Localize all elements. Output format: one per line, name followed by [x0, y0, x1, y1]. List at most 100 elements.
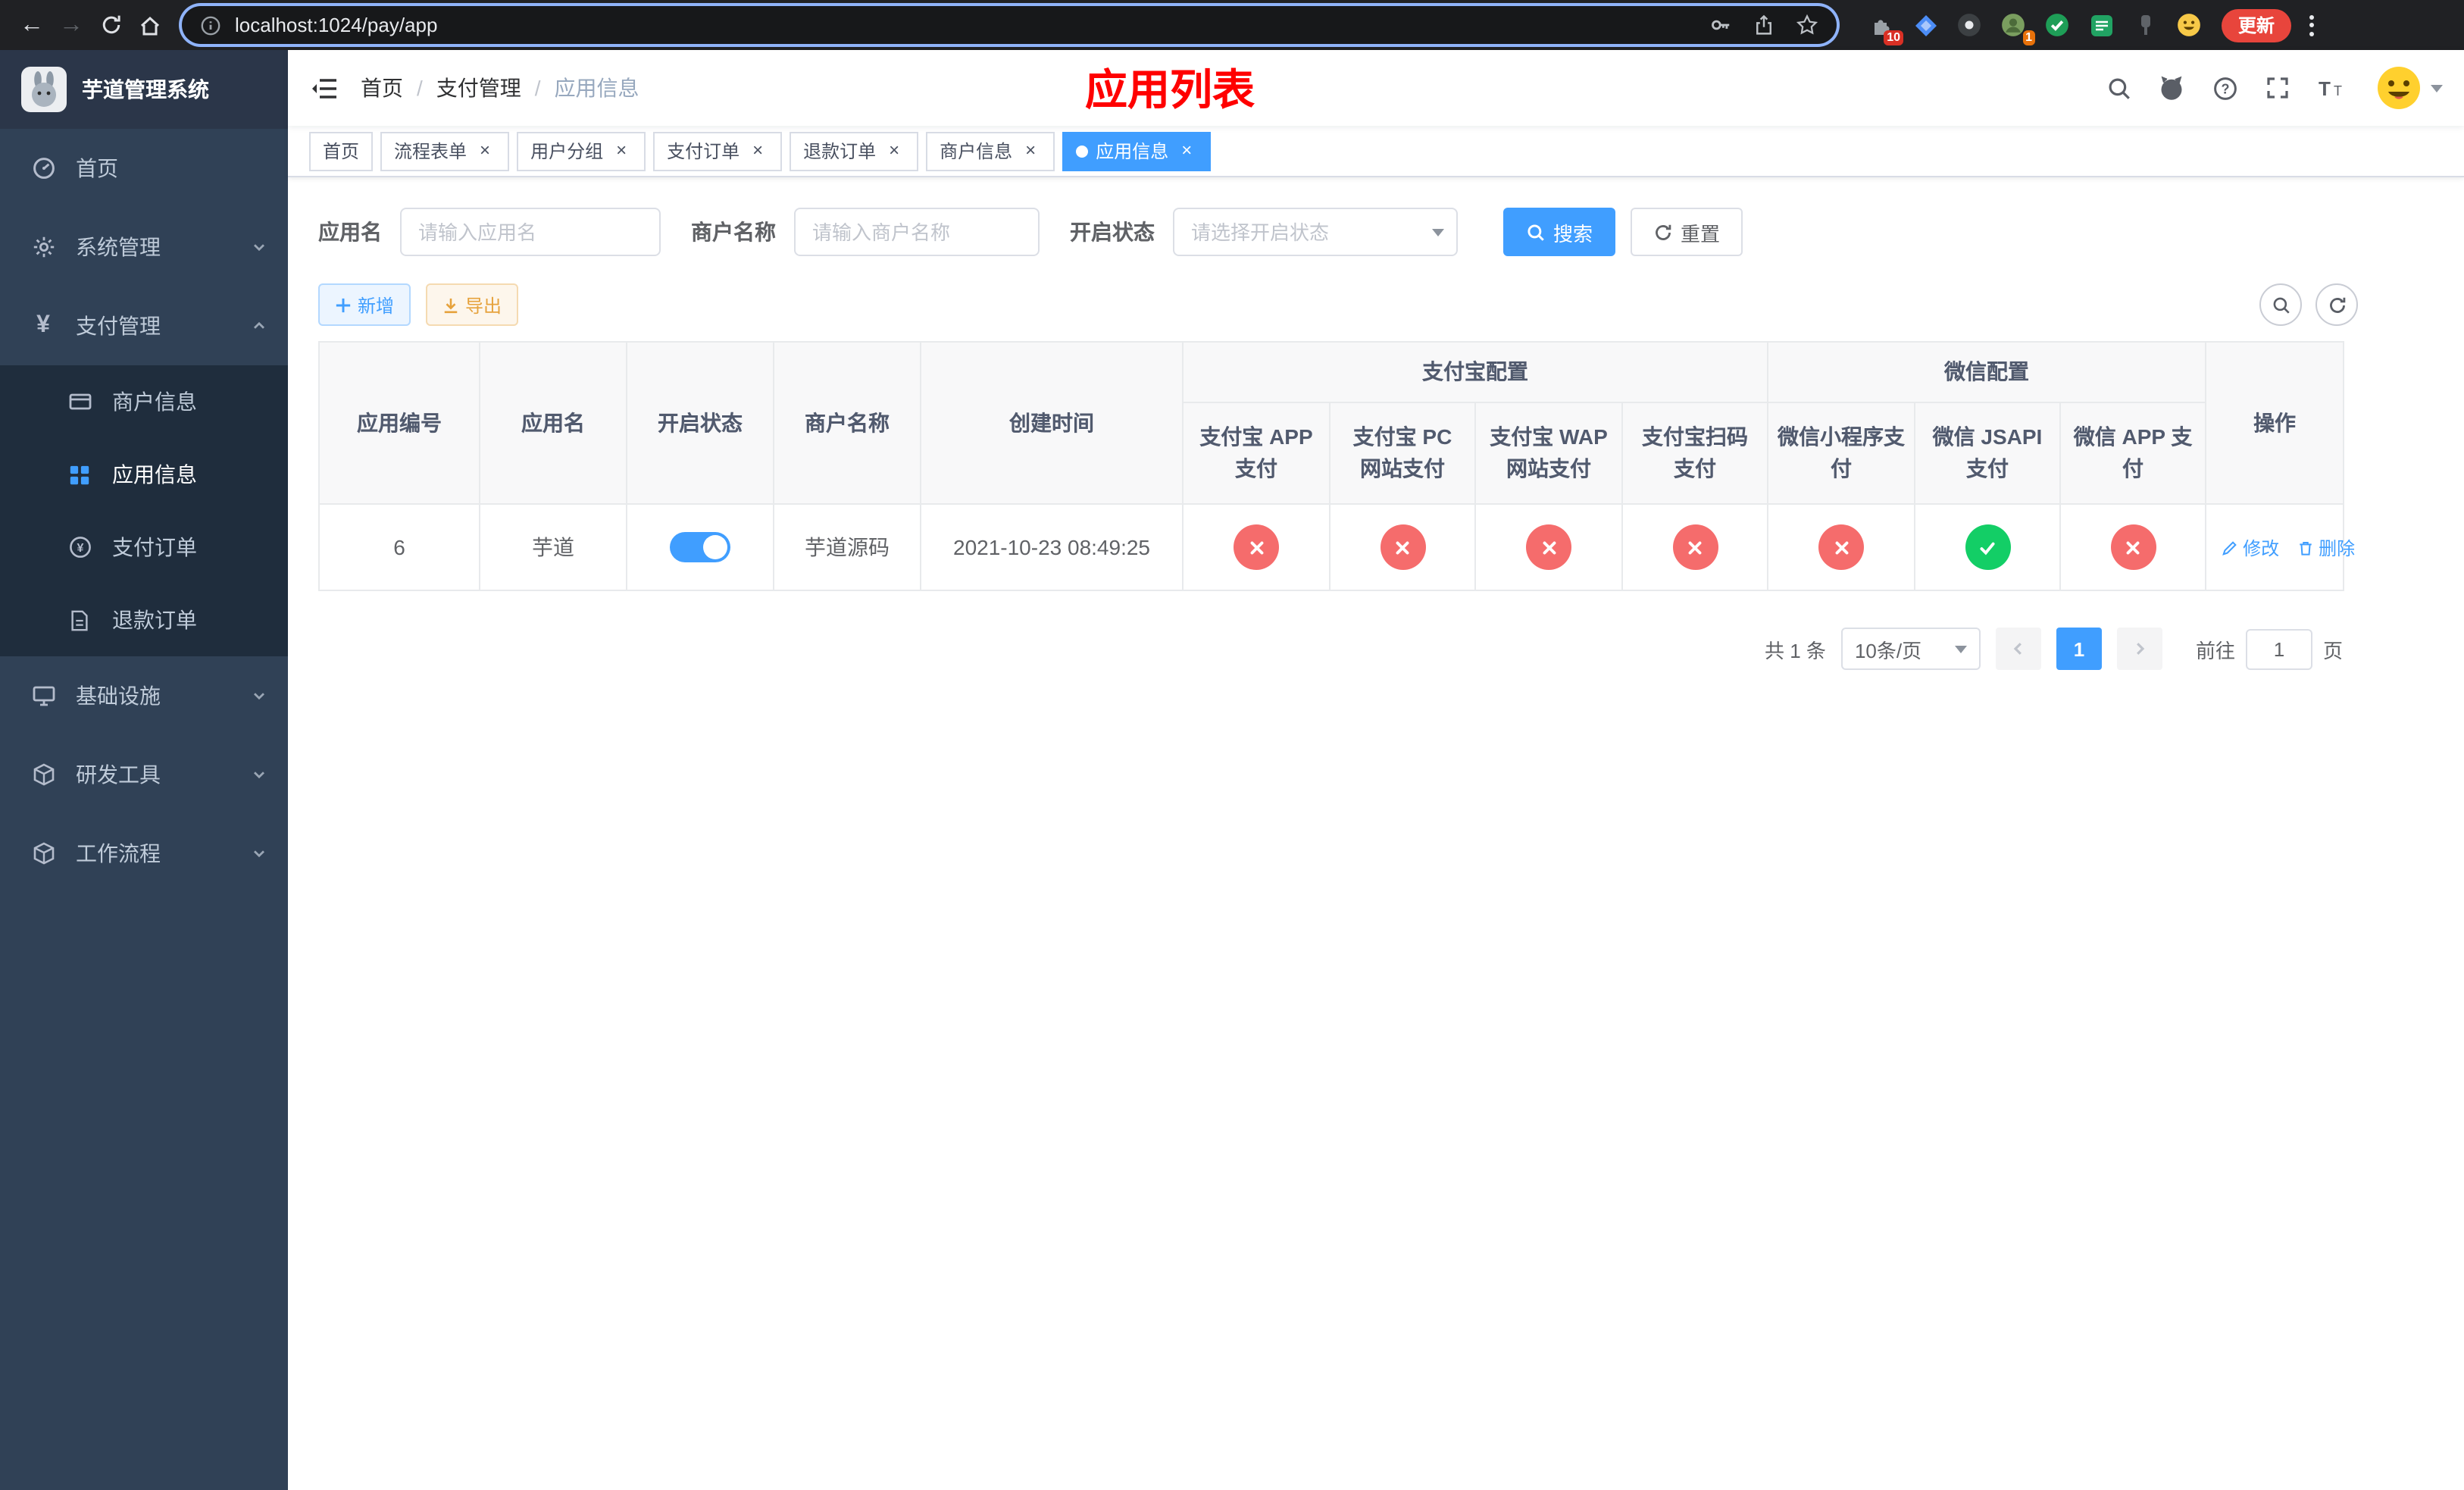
browser-menu-icon[interactable] — [2309, 14, 2315, 36]
credit-card-icon — [67, 389, 92, 415]
fullscreen-icon[interactable] — [2258, 68, 2297, 108]
merchant-name-input[interactable] — [794, 208, 1040, 256]
search-button[interactable]: 搜索 — [1503, 208, 1616, 256]
reload-icon[interactable] — [91, 5, 130, 45]
sidebar-item-workflow[interactable]: 工作流程 — [0, 814, 288, 893]
reset-button-label: 重置 — [1681, 222, 1721, 245]
goto-page-input[interactable] — [2245, 628, 2312, 669]
reset-button[interactable]: 重置 — [1631, 208, 1743, 256]
extension-blue-icon[interactable] — [1911, 11, 1940, 39]
col-header-created: 创建时间 — [920, 341, 1184, 505]
merchant-name-label: 商户名称 — [691, 220, 776, 244]
chevron-down-icon — [252, 846, 267, 861]
password-key-icon[interactable] — [1709, 14, 1732, 36]
close-icon[interactable] — [747, 140, 768, 161]
col-header-actions: 操作 — [2205, 341, 2345, 505]
sidebar-item-dev-tools[interactable]: 研发工具 — [0, 735, 288, 814]
extension-dark-icon[interactable] — [1955, 11, 1984, 39]
tab-refund-orders[interactable]: 退款订单 — [790, 131, 919, 171]
sidebar-item-label: 支付订单 — [112, 535, 197, 559]
tab-payment-orders[interactable]: 支付订单 — [653, 131, 783, 171]
export-button[interactable]: 导出 — [426, 283, 519, 326]
close-icon[interactable] — [611, 140, 632, 161]
tab-merchant-info[interactable]: 商户信息 — [926, 131, 1055, 171]
extension-smiley-icon[interactable] — [2175, 11, 2203, 39]
help-icon[interactable]: ? — [2205, 68, 2244, 108]
chrome-update-button[interactable]: 更新 — [2222, 8, 2292, 42]
sidebar-item-label: 商户信息 — [112, 390, 197, 414]
breadcrumb-payment[interactable]: 支付管理 — [436, 73, 521, 103]
avatar — [2376, 65, 2422, 111]
bookmark-star-icon[interactable] — [1796, 14, 1818, 36]
tab-user-group[interactable]: 用户分组 — [517, 131, 646, 171]
next-page-button[interactable] — [2116, 628, 2162, 670]
close-icon[interactable] — [474, 140, 496, 161]
url-text[interactable]: localhost:1024/pay/app — [235, 14, 437, 36]
app-name-input[interactable] — [400, 208, 661, 256]
chevron-down-icon — [252, 688, 267, 703]
sidebar-item-refund-orders[interactable]: 退款订单 — [0, 584, 288, 656]
forward-icon[interactable] — [52, 5, 91, 45]
page-number-button[interactable]: 1 — [2056, 628, 2102, 670]
share-icon[interactable] — [1753, 14, 1775, 36]
col-header-status: 开启状态 — [626, 341, 774, 505]
svg-text:¥: ¥ — [77, 542, 83, 555]
extension-profile-icon[interactable]: 1 — [1999, 11, 2035, 45]
col-header-alipay-app: 支付宝 APP 支付 — [1182, 402, 1330, 505]
tab-process-form[interactable]: 流程表单 — [380, 131, 510, 171]
close-icon[interactable] — [1020, 140, 1041, 161]
extension-pin-icon[interactable] — [2131, 11, 2159, 39]
address-bar[interactable]: localhost:1024/pay/app — [182, 6, 1837, 44]
grid-icon — [67, 462, 92, 487]
status-toggle[interactable] — [670, 532, 730, 562]
sidebar-item-payment[interactable]: 支付管理 — [0, 286, 288, 365]
prev-page-button[interactable] — [1995, 628, 2041, 670]
sidebar-item-system[interactable]: 系统管理 — [0, 208, 288, 286]
main-area: 首页 支付管理 应用信息 应用列表 ? — [288, 50, 2464, 1490]
col-header-wechat-mini: 微信小程序支付 — [1767, 402, 1915, 505]
sidebar-item-app-info[interactable]: 应用信息 — [0, 438, 288, 511]
pagination: 共 1 条 10条/页 1 前往 页 — [318, 628, 2343, 670]
extensions-puzzle-icon[interactable]: 10 — [1867, 11, 1903, 45]
document-icon — [67, 607, 92, 633]
site-info-icon[interactable] — [200, 14, 221, 36]
sidebar-fold-icon[interactable] — [288, 50, 361, 126]
breadcrumb-current: 应用信息 — [554, 76, 639, 100]
toggle-search-button[interactable] — [2259, 283, 2302, 326]
status-select-input[interactable] — [1173, 208, 1458, 256]
edit-link[interactable]: 修改 — [2222, 534, 2279, 560]
sidebar-item-label: 首页 — [76, 156, 118, 180]
extension-green-check-icon[interactable] — [2043, 11, 2072, 39]
tab-home[interactable]: 首页 — [309, 131, 374, 171]
refresh-button[interactable] — [2315, 283, 2358, 326]
sidebar-item-infrastructure[interactable]: 基础设施 — [0, 656, 288, 735]
delete-link[interactable]: 删除 — [2297, 534, 2355, 560]
sidebar-item-payment-orders[interactable]: ¥ 支付订单 — [0, 511, 288, 584]
breadcrumb-home[interactable]: 首页 — [361, 73, 403, 103]
cell-merchant: 芋道源码 — [773, 503, 921, 591]
close-icon[interactable] — [1176, 140, 1197, 161]
close-icon[interactable] — [883, 140, 905, 161]
sidebar-item-merchant-info[interactable]: 商户信息 — [0, 365, 288, 438]
col-header-app-id: 应用编号 — [318, 341, 480, 505]
add-button[interactable]: 新增 — [318, 283, 411, 326]
github-icon[interactable] — [2152, 68, 2191, 108]
extension-chat-icon[interactable] — [2087, 11, 2115, 39]
cube-icon — [30, 762, 56, 787]
sidebar-logo[interactable]: 芋道管理系统 — [0, 50, 288, 129]
back-icon[interactable] — [12, 5, 52, 45]
font-size-icon[interactable]: TT — [2311, 68, 2350, 108]
delete-link-label: 删除 — [2319, 537, 2356, 559]
user-menu[interactable] — [2376, 65, 2443, 111]
app-table: 应用编号 应用名 开启状态 商户名称 创建时间 支付宝配置 微信配置 操作 支付… — [318, 341, 2355, 591]
sidebar-item-home[interactable]: 首页 — [0, 129, 288, 208]
home-icon[interactable] — [130, 5, 170, 45]
status-select[interactable] — [1173, 208, 1458, 256]
header-search-icon[interactable] — [2099, 68, 2138, 108]
alipay-scan-status-icon — [1672, 524, 1718, 570]
edit-link-label: 修改 — [2243, 537, 2280, 559]
tab-app-info[interactable]: 应用信息 — [1062, 131, 1212, 171]
chevron-down-icon — [1954, 645, 1967, 653]
page-size-select[interactable]: 10条/页 — [1840, 628, 1981, 670]
tab-label: 支付订单 — [667, 141, 740, 162]
